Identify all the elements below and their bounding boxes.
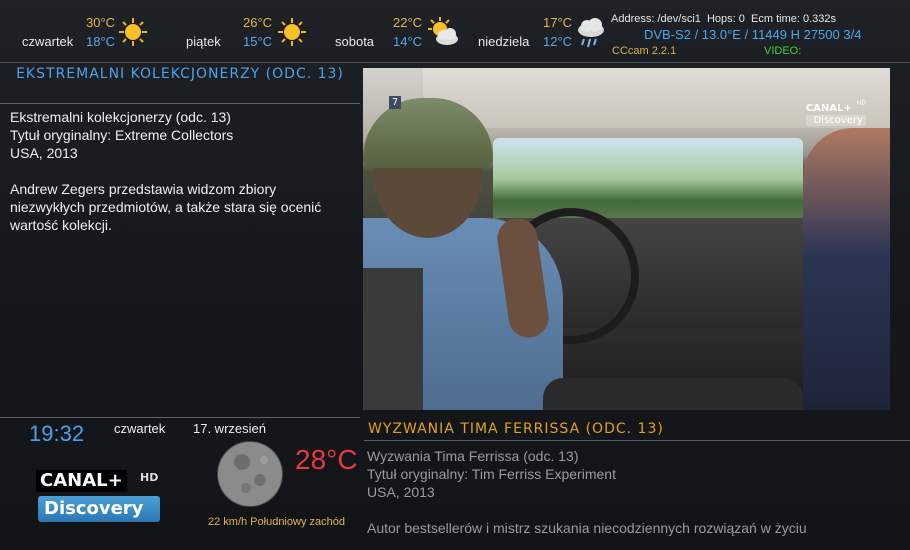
forecast-day: sobota bbox=[335, 34, 375, 49]
forecast-high: 26°C bbox=[243, 15, 273, 30]
current-program-description: Andrew Zegers przedstawia widzom zbiory … bbox=[10, 181, 322, 233]
watermark-discovery: Discovery bbox=[805, 115, 866, 126]
next-program-original-title: Tytuł oryginalny: Tim Ferriss Experiment bbox=[367, 466, 616, 482]
channel-logo-hd: HD bbox=[140, 471, 159, 484]
next-program-description: Autor bestsellerów i mistrz szukania nie… bbox=[367, 520, 807, 536]
forecast-low: 18°C bbox=[86, 34, 116, 49]
channel-logo: CANAL+ HD Discovery bbox=[36, 470, 164, 526]
forecast-high: 17°C bbox=[543, 15, 573, 30]
passenger-figure bbox=[803, 128, 890, 410]
rain-icon bbox=[578, 18, 604, 48]
watermark-canal: CANAL+ bbox=[805, 103, 852, 114]
console bbox=[543, 378, 803, 410]
weekday: czwartek bbox=[114, 421, 166, 436]
watermark-hd: HD bbox=[856, 99, 866, 107]
forecast-day: niedziela bbox=[478, 34, 530, 49]
channel-logo-discovery: Discovery bbox=[38, 496, 160, 522]
title-divider bbox=[0, 103, 360, 104]
next-program-info: Wyzwania Tima Ferrissa (odc. 13) Tytuł o… bbox=[367, 447, 897, 537]
next-program-title: WYZWANIA TIMA FERRISSA (ODC. 13) bbox=[368, 421, 664, 437]
channel-logo-canal: CANAL+ bbox=[36, 470, 127, 492]
forecast-day: piątek bbox=[186, 34, 221, 49]
wind-info: 22 km/h Południowy zachód bbox=[208, 516, 345, 528]
next-program-name: Wyzwania Tima Ferrissa (odc. 13) bbox=[367, 448, 579, 464]
partly-cloudy-icon bbox=[428, 17, 458, 45]
current-program-country-year: USA, 2013 bbox=[10, 145, 78, 161]
top-divider bbox=[0, 62, 910, 63]
forecast-low: 12°C bbox=[543, 34, 573, 49]
forecast-low: 14°C bbox=[393, 34, 423, 49]
current-program-info: Ekstremalni kolekcjonerzy (odc. 13) Tytu… bbox=[10, 108, 350, 234]
clock: 19:32 bbox=[29, 421, 85, 446]
transponder-info: DVB-S2 / 13.0°E / 11449 H 27500 3/4 bbox=[644, 27, 862, 42]
current-program-name: Ekstremalni kolekcjonerzy (odc. 13) bbox=[10, 109, 231, 125]
forecast-high: 22°C bbox=[393, 15, 423, 30]
signal-address: Address: /dev/sci1 Hops: 0 Ecm time: 0.3… bbox=[611, 13, 836, 25]
current-temperature: 28°C bbox=[295, 444, 358, 475]
video-label: VIDEO: bbox=[764, 45, 802, 57]
broadcaster-watermark: CANAL+ HD Discovery bbox=[805, 96, 866, 126]
cam-info: CCcam 2.2.1 bbox=[612, 45, 677, 57]
channel-number-badge: 7 bbox=[389, 96, 401, 109]
current-program-original-title: Tytuł oryginalny: Extreme Collectors bbox=[10, 127, 234, 143]
seat bbox=[363, 268, 423, 410]
moon-icon bbox=[217, 441, 283, 507]
next-title-divider bbox=[364, 440, 910, 441]
forecast-high: 30°C bbox=[86, 15, 116, 30]
video-preview[interactable]: 7 CANAL+ HD Discovery bbox=[363, 68, 890, 410]
forecast-day: czwartek bbox=[22, 34, 74, 49]
status-divider bbox=[0, 417, 360, 418]
sun-icon bbox=[119, 18, 147, 46]
date: 17. wrzesień bbox=[193, 421, 266, 436]
next-program-country-year: USA, 2013 bbox=[367, 484, 435, 500]
forecast-low: 15°C bbox=[243, 34, 273, 49]
sun-icon bbox=[278, 18, 306, 46]
current-program-title: EKSTREMALNI KOLEKCJONERZY (ODC. 13) bbox=[16, 66, 344, 82]
